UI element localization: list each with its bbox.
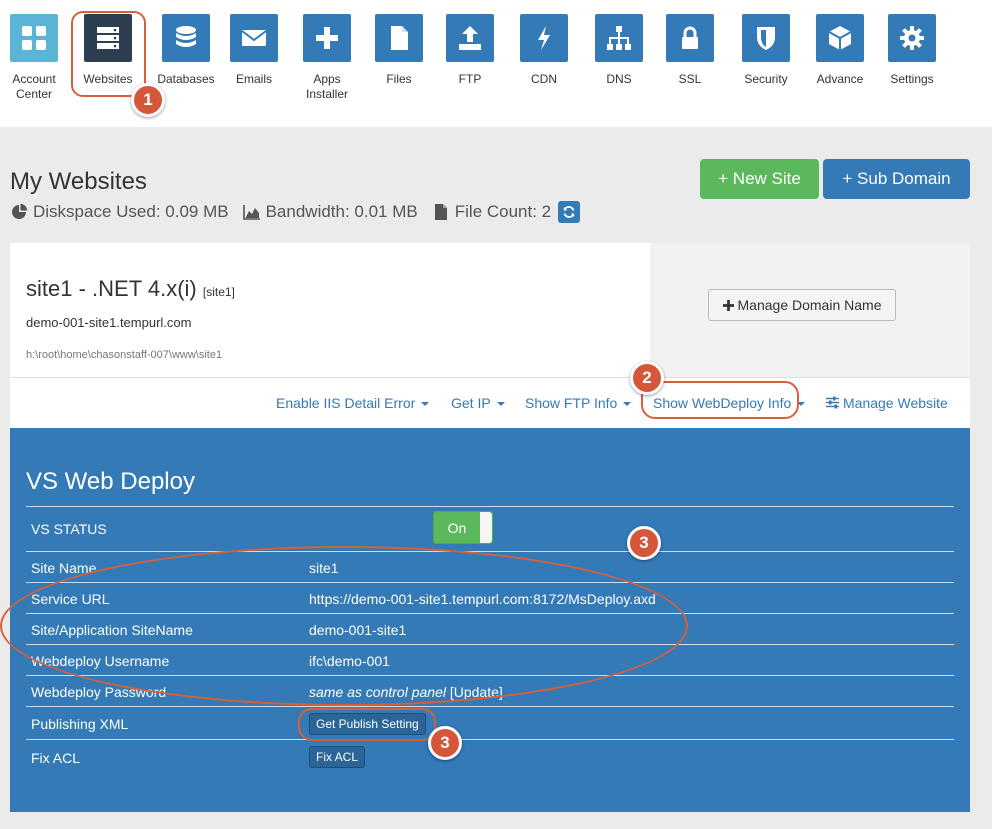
plus-icon [303, 14, 351, 62]
usage-stats: Diskspace Used: 0.09 MB Bandwidth: 0.01 … [10, 201, 588, 223]
site-path: h:\root\home\chasonstaff-007\www\site1 [26, 349, 223, 361]
caret-down-icon [421, 402, 430, 407]
database-icon [162, 14, 210, 62]
nav-label: Account Center [12, 72, 56, 101]
nav-label: CDN [531, 72, 557, 86]
site-domain: demo-001-site1.tempurl.com [26, 315, 192, 330]
annotation-highlight-websites [71, 11, 146, 97]
gear-icon [888, 14, 936, 62]
site-title: site1 - .NET 4.x(i) [site1] [26, 276, 235, 302]
upload-icon [446, 14, 494, 62]
vs-status-row: VS STATUS On [26, 506, 954, 551]
annotation-highlight-publish-setting [298, 708, 436, 741]
plus-icon [722, 299, 734, 311]
manage-website-link[interactable]: Manage Website [826, 395, 948, 411]
nav-label: FTP [458, 72, 482, 86]
nav-label: Advance [816, 72, 864, 86]
caret-down-icon [496, 402, 505, 407]
nav-label: Apps Installer [305, 72, 349, 101]
bandwidth-stat: Bandwidth: 0.01 MB [242, 202, 418, 222]
diskspace-stat: Diskspace Used: 0.09 MB [10, 202, 229, 222]
shield-icon [742, 14, 790, 62]
nav-settings[interactable]: Settings [880, 14, 944, 87]
fix-acl-label: Fix ACL [31, 750, 81, 766]
nav-apps-installer[interactable]: Apps Installer [295, 14, 359, 102]
fix-acl-button[interactable]: Fix ACL [309, 746, 366, 768]
show-ftp-info-label: Show FTP Info [525, 395, 618, 411]
site-card: site1 - .NET 4.x(i) [site1] demo-001-sit… [10, 243, 650, 377]
nav-label: Databases [157, 72, 215, 86]
page-title: My Websites [10, 168, 147, 195]
sub-domain-button[interactable]: + Sub Domain [823, 159, 970, 199]
enable-iis-error-dropdown[interactable]: Enable IIS Detail Error [276, 395, 430, 411]
fix-acl-row: Fix ACL Fix ACL [26, 739, 954, 773]
pie-chart-icon [12, 203, 28, 219]
envelope-icon [230, 14, 278, 62]
nav-label: Settings [890, 72, 934, 86]
manage-domain-label: Manage Domain Name [737, 297, 882, 313]
nav-cdn[interactable]: CDN [512, 14, 576, 87]
nav-label: Emails [235, 72, 272, 86]
lock-icon [666, 14, 714, 62]
nav-security[interactable]: Security [734, 14, 798, 87]
nav-label: Files [386, 72, 412, 86]
webdeploy-title: VS Web Deploy [26, 468, 195, 495]
area-chart-icon [242, 205, 260, 220]
annotation-marker-3: 3 [627, 526, 661, 560]
site-action-bar: Enable IIS Detail Error Get IP Show FTP … [10, 377, 970, 428]
bandwidth-text: Bandwidth: 0.01 MB [265, 202, 418, 221]
nav-dns[interactable]: DNS [587, 14, 651, 87]
refresh-button[interactable] [558, 201, 581, 223]
nav-databases[interactable]: Databases [154, 14, 218, 87]
annotation-highlight-webdeploy [641, 381, 799, 419]
filecount-stat: File Count: 2 [432, 201, 581, 223]
publishing-xml-row: Publishing XML Get Publish Setting [26, 706, 954, 739]
nav-emails[interactable]: Emails [222, 14, 286, 87]
vs-status-toggle[interactable]: On [433, 511, 493, 544]
sliders-icon [826, 396, 839, 409]
toggle-label: On [447, 519, 467, 536]
diskspace-text: Diskspace Used: 0.09 MB [33, 202, 229, 221]
annotation-marker-2: 2 [630, 361, 664, 395]
cube-icon [816, 14, 864, 62]
refresh-icon [563, 206, 575, 218]
annotation-marker-3b: 3 [428, 726, 462, 760]
vs-status-label: VS STATUS [31, 521, 107, 537]
manage-domain-button[interactable]: Manage Domain Name [708, 289, 896, 321]
grid-icon [10, 14, 58, 62]
nav-label: DNS [606, 72, 632, 86]
get-ip-label: Get IP [451, 395, 491, 411]
annotation-highlight-deploy-info [0, 546, 688, 706]
site-tag: [site1] [202, 285, 235, 299]
new-site-button[interactable]: + New Site [700, 159, 819, 199]
filecount-text: File Count: 2 [454, 202, 552, 221]
file-icon [375, 14, 423, 62]
nav-advance[interactable]: Advance [808, 14, 872, 87]
enable-iis-error-label: Enable IIS Detail Error [276, 395, 416, 411]
file-icon [434, 204, 447, 220]
bolt-icon [520, 14, 568, 62]
publishing-xml-label: Publishing XML [31, 716, 129, 732]
caret-down-icon [623, 402, 632, 407]
nav-ssl[interactable]: SSL [658, 14, 722, 87]
nav-account-center[interactable]: Account Center [2, 14, 66, 102]
annotation-marker-1: 1 [131, 83, 165, 117]
site-name-text: site1 - .NET 4.x(i) [26, 276, 197, 301]
nav-label: SSL [678, 72, 702, 86]
get-ip-dropdown[interactable]: Get IP [451, 395, 505, 411]
sitemap-icon [595, 14, 643, 62]
manage-website-label: Manage Website [843, 395, 948, 411]
nav-ftp[interactable]: FTP [438, 14, 502, 87]
show-ftp-info-dropdown[interactable]: Show FTP Info [525, 395, 632, 411]
nav-files[interactable]: Files [367, 14, 431, 87]
toggle-knob [480, 512, 492, 543]
nav-label: Security [744, 72, 788, 86]
